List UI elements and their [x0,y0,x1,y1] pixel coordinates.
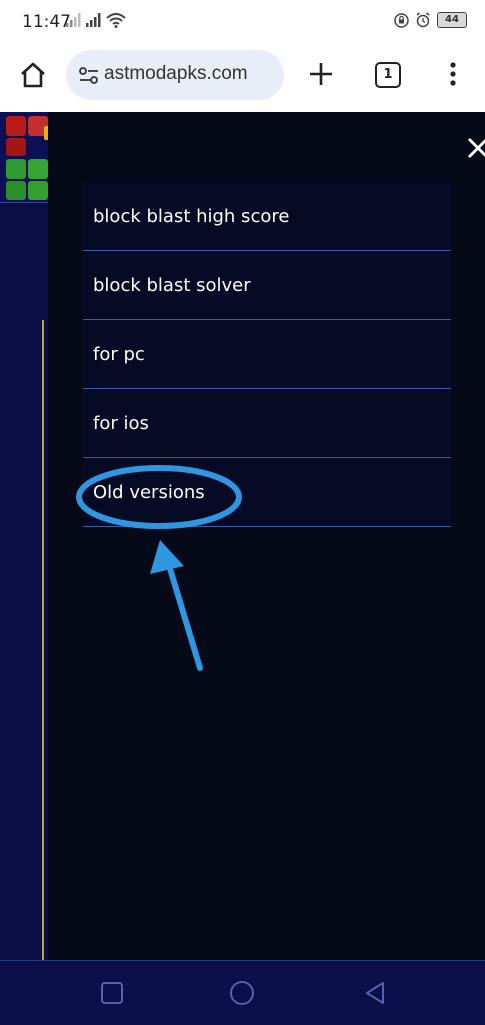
battery-indicator: 44 [437,12,467,28]
status-left-icons [66,13,126,28]
menu-item-for-pc[interactable]: for pc [83,320,451,389]
menu-item-label: for ios [93,412,149,434]
status-time: 11:47 [22,12,71,32]
menu-item-for-ios[interactable]: for ios [83,389,451,458]
system-nav-bar [0,960,485,1025]
menu-item-old-versions[interactable]: Old versions [83,458,451,527]
browser-toolbar: astmodapks.com 1 [0,46,485,113]
menu-item-label: block blast high score [93,205,290,227]
content-border [42,320,44,960]
menu-item-label: block blast solver [93,274,251,296]
signal-icon [86,13,101,27]
circle-icon[interactable] [228,979,256,1007]
more-vert-icon[interactable] [446,60,460,88]
tab-switcher-button[interactable]: 1 [375,62,401,88]
url-text[interactable]: astmodapks.com [104,63,276,85]
menu-item-solver[interactable]: block blast solver [83,251,451,320]
site-logo[interactable] [4,114,50,202]
plus-icon[interactable] [307,60,335,88]
home-icon[interactable] [18,60,48,90]
site-settings-icon[interactable] [78,65,100,87]
wifi-icon [106,13,126,28]
close-icon[interactable] [464,134,485,162]
menu-list: block blast high score block blast solve… [83,182,451,527]
triangle-back-icon[interactable] [361,979,389,1007]
menu-item-label: Old versions [93,481,205,503]
status-bar: 11:47 44 [0,0,485,46]
square-icon[interactable] [98,979,126,1007]
menu-item-label: for pc [93,343,145,365]
address-bar[interactable]: astmodapks.com [66,50,284,100]
signal-icon [66,13,81,27]
alarm-icon [416,12,430,28]
lock-icon [394,12,409,28]
menu-item-high-score[interactable]: block blast high score [83,182,451,251]
status-right-icons: 44 [394,12,467,28]
